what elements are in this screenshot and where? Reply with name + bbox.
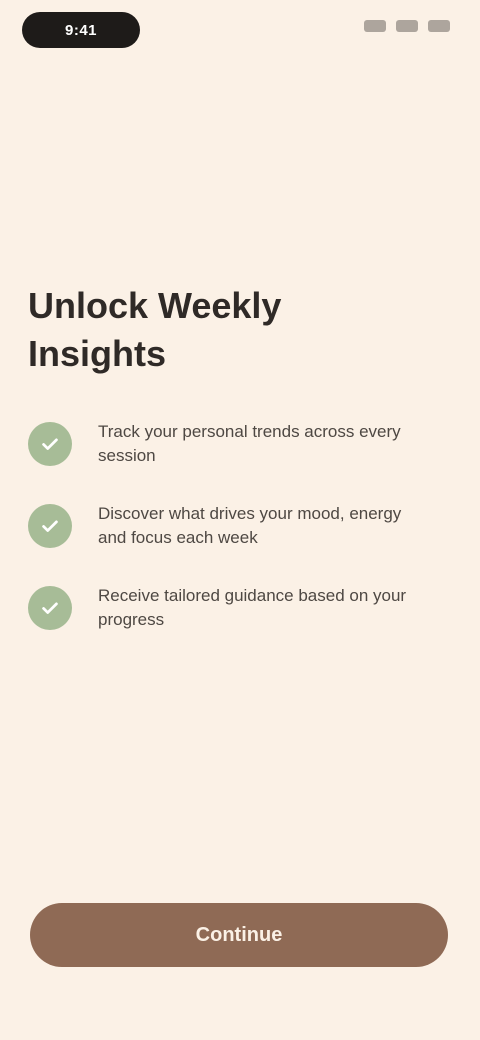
benefit-item: Receive tailored guidance based on your …	[28, 584, 452, 632]
battery-icon	[428, 20, 450, 32]
benefit-text: Receive tailored guidance based on your …	[98, 586, 407, 629]
check-icon	[28, 422, 72, 466]
main-content: Unlock Weekly Insights Track your person…	[28, 282, 452, 666]
benefit-text: Track your personal trends across every …	[98, 422, 401, 465]
signal-icon	[364, 20, 386, 32]
status-bar: 9:41	[0, 0, 480, 64]
continue-button[interactable]: Continue	[30, 903, 448, 967]
status-icons	[364, 20, 450, 32]
wifi-icon	[396, 20, 418, 32]
benefit-text: Discover what drives your mood, energy a…	[98, 504, 402, 547]
check-icon	[28, 504, 72, 548]
benefit-item: Discover what drives your mood, energy a…	[28, 502, 452, 550]
check-icon	[28, 586, 72, 630]
benefit-item: Track your personal trends across every …	[28, 420, 452, 468]
page-title: Unlock Weekly Insights	[28, 285, 282, 374]
status-time: 9:41	[22, 12, 140, 48]
